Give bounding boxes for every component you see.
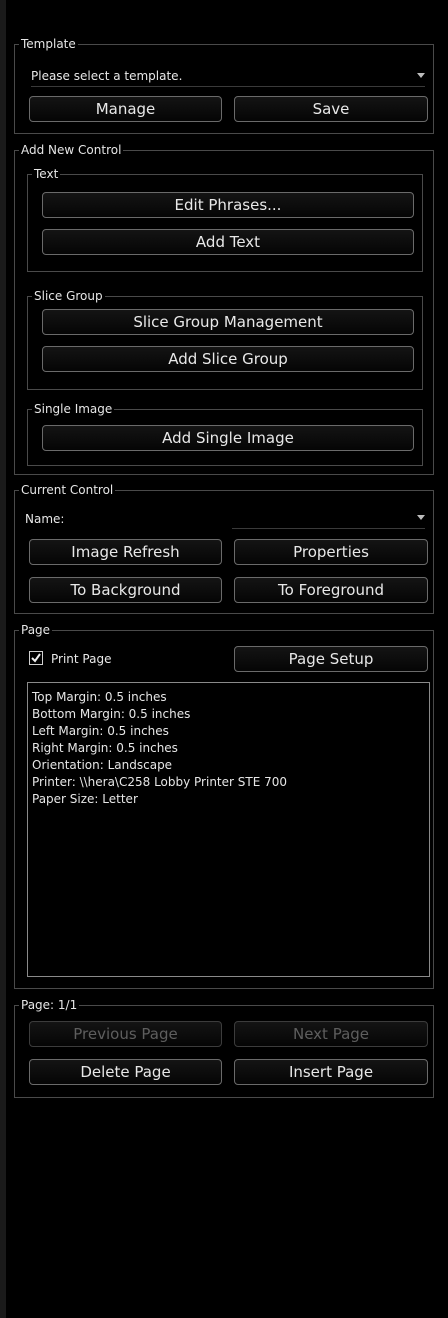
image-refresh-button[interactable]: Image Refresh [29,539,222,565]
page-group: Page Print Page Page Setup Top Margin: 0… [14,622,434,989]
slice-group-group: Slice Group Slice Group Management Add S… [27,288,423,390]
print-page-label[interactable]: Print Page [51,651,111,667]
template-group: Template Please select a template. Manag… [14,36,434,134]
checkmark-icon [31,653,41,663]
bottom-margin-text: Bottom Margin: 0.5 inches [32,707,191,721]
slice-group-group-label: Slice Group [32,288,105,304]
pagination-group: Page: 1/1 Previous Page Next Page Delete… [14,997,434,1098]
template-select[interactable]: Please select a template. [31,67,425,87]
name-select[interactable] [232,509,425,529]
orientation-text: Orientation: Landscape [32,758,173,772]
current-control-group: Current Control Name: Image Refresh Prop… [14,482,434,614]
manage-button[interactable]: Manage [29,96,222,122]
pagination-group-label: Page: 1/1 [19,997,80,1013]
page-info-box: Top Margin: 0.5 inches Bottom Margin: 0.… [27,682,430,977]
add-new-control-group: Add New Control Text Edit Phrases... Add… [14,142,434,475]
properties-button[interactable]: Properties [234,539,428,565]
template-group-label: Template [19,36,78,52]
edit-phrases-button[interactable]: Edit Phrases... [42,192,414,218]
page-setup-button[interactable]: Page Setup [234,646,428,672]
to-foreground-button[interactable]: To Foreground [234,577,428,603]
chevron-down-icon[interactable] [417,515,425,520]
print-page-checkbox[interactable] [29,651,43,665]
paper-size-text: Paper Size: Letter [32,792,138,806]
print-layout-panel: Template Please select a template. Manag… [6,0,442,1318]
add-text-button[interactable]: Add Text [42,229,414,255]
page-group-label: Page [19,622,53,638]
to-background-button[interactable]: To Background [29,577,222,603]
previous-page-button[interactable]: Previous Page [29,1021,222,1047]
add-slice-group-button[interactable]: Add Slice Group [42,346,414,372]
text-group-label: Text [32,166,61,182]
slice-group-management-button[interactable]: Slice Group Management [42,309,414,335]
delete-page-button[interactable]: Delete Page [29,1059,222,1085]
text-group: Text Edit Phrases... Add Text [27,166,423,272]
chevron-down-icon[interactable] [417,73,425,78]
printer-text: Printer: \\hera\C258 Lobby Printer STE 7… [32,775,288,789]
single-image-group-label: Single Image [32,401,115,417]
top-margin-text: Top Margin: 0.5 inches [32,690,167,704]
next-page-button[interactable]: Next Page [234,1021,428,1047]
current-control-group-label: Current Control [19,482,116,498]
name-label: Name: [25,512,65,526]
add-single-image-button[interactable]: Add Single Image [42,425,414,451]
save-button[interactable]: Save [234,96,428,122]
template-select-value: Please select a template. [31,69,183,83]
right-margin-text: Right Margin: 0.5 inches [32,741,178,755]
single-image-group: Single Image Add Single Image [27,401,423,466]
left-margin-text: Left Margin: 0.5 inches [32,724,169,738]
insert-page-button[interactable]: Insert Page [234,1059,428,1085]
add-new-control-group-label: Add New Control [19,142,124,158]
